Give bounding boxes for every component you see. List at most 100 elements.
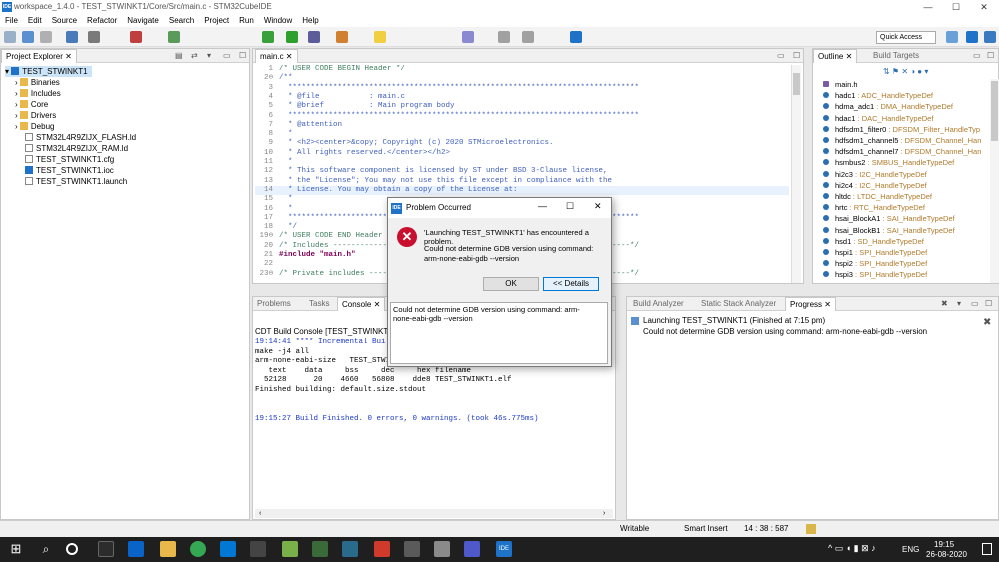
maximize-button[interactable]: ☐ <box>942 0 970 14</box>
chrome-icon[interactable] <box>190 541 206 557</box>
notification-icon[interactable] <box>806 524 816 534</box>
ok-button[interactable]: OK <box>483 277 539 291</box>
details-text-area[interactable]: Could not determine GDB version using co… <box>390 302 608 364</box>
maximize-view-icon[interactable]: ☐ <box>789 49 804 63</box>
tab-static-stack-analyzer[interactable]: Static Stack Analyzer <box>697 297 780 311</box>
tree-item-flash-ld[interactable]: STM32L4R9ZIJX_FLASH.ld <box>25 132 136 143</box>
highlight-icon[interactable] <box>374 31 386 43</box>
device-icon[interactable] <box>168 31 180 43</box>
tab-build-analyzer[interactable]: Build Analyzer <box>629 297 688 311</box>
maximize-view-icon[interactable]: ☐ <box>235 49 250 63</box>
menu-window[interactable]: Window <box>259 14 297 27</box>
build-icon[interactable] <box>66 31 78 43</box>
app-icon[interactable] <box>250 541 266 557</box>
perspective-cube-icon[interactable] <box>946 31 958 43</box>
menu-edit[interactable]: Edit <box>23 14 47 27</box>
menu-project[interactable]: Project <box>199 14 234 27</box>
tree-item-drivers[interactable]: › Drivers <box>15 110 56 121</box>
details-button[interactable]: << Details <box>543 277 599 291</box>
console-hscrollbar[interactable]: ‹ › <box>255 509 613 518</box>
code-line[interactable]: 3 **************************************… <box>255 84 639 94</box>
tab-main-c[interactable]: main.c ✕ <box>255 49 298 63</box>
close-button[interactable]: ✕ <box>970 0 998 14</box>
remove-all-icon[interactable]: ✖ <box>937 297 952 311</box>
link-editor-icon[interactable]: ⇄ <box>187 49 202 63</box>
code-line[interactable]: 1 /* USER CODE BEGIN Header */ <box>255 65 405 75</box>
outline-item[interactable]: hrtc : RTC_HandleTypeDef <box>823 202 925 213</box>
minimize-view-icon[interactable]: ▭ <box>219 49 235 63</box>
search-icon[interactable]: ⌕ <box>38 541 54 557</box>
tab-tasks[interactable]: Tasks <box>305 297 333 311</box>
outline-item[interactable]: hspi2 : SPI_HandleTypeDef <box>823 258 927 269</box>
code-line[interactable]: 21 #include "main.h" <box>255 251 356 261</box>
dialog-maximize-button[interactable]: ☐ <box>566 201 574 212</box>
outline-item[interactable]: hsai_BlockB1 : SAI_HandleTypeDef <box>823 225 955 236</box>
outline-item[interactable]: hdfsdm1_channel7 : DFSDM_Channel_Han <box>823 146 981 157</box>
menu-help[interactable]: Help <box>297 14 323 27</box>
app-icon[interactable] <box>342 541 358 557</box>
app-icon[interactable] <box>434 541 450 557</box>
app-icon[interactable] <box>312 541 328 557</box>
dialog-minimize-button[interactable]: — <box>538 201 547 211</box>
code-line[interactable]: 8 * <box>255 130 292 140</box>
next-annotation-icon[interactable] <box>462 31 474 43</box>
code-line[interactable]: 14 * License. You may obtain a copy of t… <box>255 185 789 196</box>
maximize-view-icon[interactable]: ☐ <box>983 49 998 63</box>
quick-access-input[interactable]: Quick Access <box>876 31 936 44</box>
menu-source[interactable]: Source <box>47 14 82 27</box>
tab-outline[interactable]: Outline ✕ <box>813 49 858 63</box>
back-icon[interactable] <box>498 31 510 43</box>
perspective-ide-icon[interactable] <box>966 31 978 43</box>
stop-icon[interactable] <box>130 31 142 43</box>
outlook-icon[interactable] <box>220 541 236 557</box>
code-line[interactable]: 15 * <box>255 195 293 205</box>
outline-item[interactable]: hsd1 : SD_HandleTypeDef <box>823 236 924 247</box>
debug-icon[interactable] <box>262 31 274 43</box>
windows-start-icon[interactable]: ⊞ <box>8 541 24 557</box>
stm32cubeide-icon[interactable]: IDE <box>496 541 512 557</box>
outline-item[interactable]: hltdc : LTDC_HandleTypeDef <box>823 191 932 202</box>
code-line[interactable]: 16 * <box>255 205 293 215</box>
tab-problems[interactable]: Problems <box>253 297 295 311</box>
open-type-icon[interactable] <box>336 31 348 43</box>
outline-item[interactable]: hi2c4 : I2C_HandleTypeDef <box>823 180 927 191</box>
tree-item-project[interactable]: ▾ TEST_STWINKT1 <box>5 66 92 77</box>
tree-item-includes[interactable]: › Includes <box>15 88 61 99</box>
outline-item[interactable]: hdma_adc1 : DMA_HandleTypeDef <box>823 101 953 112</box>
code-line[interactable]: 4 * @file : main.c <box>255 93 405 103</box>
menu-file[interactable]: File <box>0 14 23 27</box>
tree-item-binaries[interactable]: › Binaries <box>15 77 60 88</box>
menu-navigate[interactable]: Navigate <box>122 14 164 27</box>
collapse-all-icon[interactable]: ▤ <box>171 49 187 63</box>
code-line[interactable]: 11 * <box>255 158 293 168</box>
save-all-icon[interactable] <box>40 31 52 43</box>
code-line[interactable]: 18 */ <box>255 223 297 233</box>
tab-project-explorer[interactable]: Project Explorer ✕ <box>1 49 77 63</box>
code-line[interactable]: 13 * the "License"; You may not use this… <box>255 177 612 187</box>
app-icon[interactable] <box>404 541 420 557</box>
maximize-view-icon[interactable]: ☐ <box>981 297 996 311</box>
file-explorer-icon[interactable] <box>160 541 176 557</box>
outline-item[interactable]: hspi1 : SPI_HandleTypeDef <box>823 247 927 258</box>
menu-search[interactable]: Search <box>164 14 199 27</box>
tray-icons[interactable]: ^ ▭ ◖ ▮ ⊠ ♪ <box>828 543 876 554</box>
code-line[interactable]: 10 * All rights reserved.</center></h2> <box>255 149 450 159</box>
perspective-debug-icon[interactable] <box>984 31 996 43</box>
tree-item-core[interactable]: › Core <box>15 99 48 110</box>
tab-console[interactable]: Console ✕ <box>337 297 386 311</box>
task-view-icon[interactable] <box>66 543 78 555</box>
notifications-icon[interactable] <box>982 543 992 555</box>
desktop-icon[interactable] <box>98 541 114 557</box>
edge-icon[interactable] <box>128 541 144 557</box>
tree-item-ioc[interactable]: TEST_STWINKT1.ioc <box>25 165 114 176</box>
teams-icon[interactable] <box>464 541 480 557</box>
language-indicator[interactable]: ENG <box>902 545 919 554</box>
outline-scrollbar[interactable] <box>990 79 999 283</box>
outline-item[interactable]: main.h <box>823 79 858 90</box>
tab-build-targets[interactable]: Build Targets <box>869 49 923 63</box>
menu-refactor[interactable]: Refactor <box>82 14 122 27</box>
code-line[interactable]: 19⊖ /* USER CODE END Header <box>255 232 382 242</box>
new-icon[interactable] <box>4 31 16 43</box>
tree-item-debug[interactable]: › Debug <box>15 121 54 132</box>
outline-item[interactable]: hadc1 : ADC_HandleTypeDef <box>823 90 933 101</box>
